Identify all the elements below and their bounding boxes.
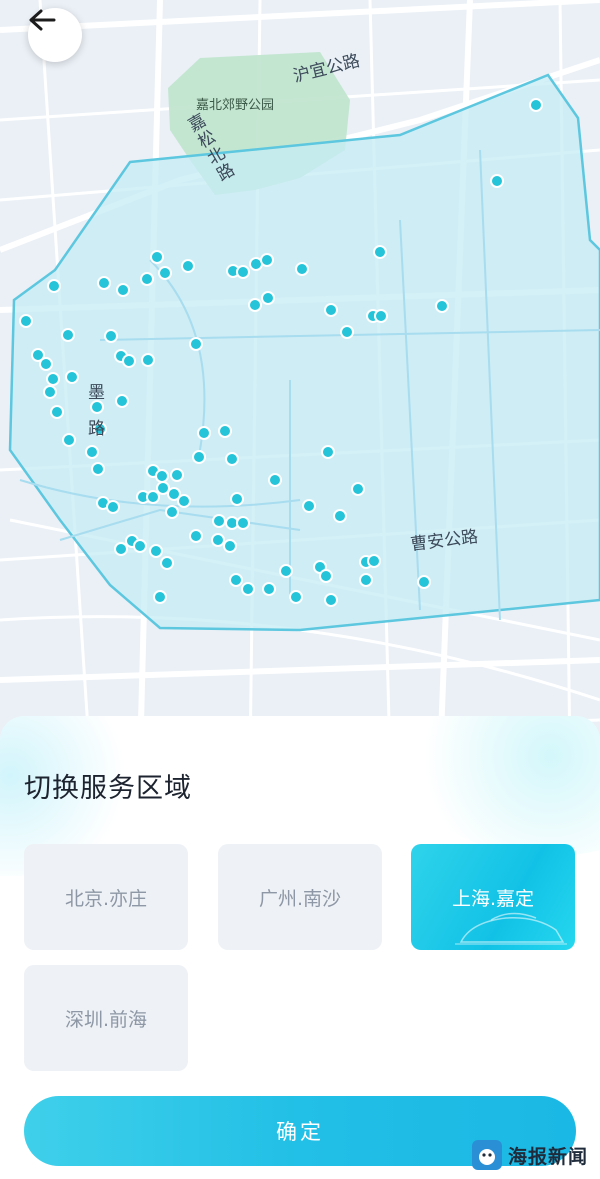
vehicle-point bbox=[170, 468, 184, 482]
vehicle-point bbox=[295, 262, 309, 276]
vehicle-point bbox=[225, 452, 239, 466]
watermark: 海报新闻 bbox=[472, 1137, 596, 1173]
vehicle-point bbox=[141, 353, 155, 367]
vehicle-point bbox=[149, 544, 163, 558]
vehicle-point bbox=[229, 573, 243, 587]
vehicle-point bbox=[146, 490, 160, 504]
vehicle-point bbox=[47, 279, 61, 293]
vehicle-point bbox=[181, 259, 195, 273]
vehicle-point bbox=[236, 265, 250, 279]
vehicle-point bbox=[65, 370, 79, 384]
vehicle-point bbox=[91, 462, 105, 476]
vehicle-point bbox=[122, 354, 136, 368]
vehicle-point bbox=[340, 325, 354, 339]
vehicle-point bbox=[373, 245, 387, 259]
vehicle-point bbox=[50, 405, 64, 419]
vehicle-point bbox=[43, 385, 57, 399]
region-option-label: 深圳.前海 bbox=[64, 1008, 148, 1031]
vehicle-point bbox=[324, 303, 338, 317]
region-option-shenzhen-qianhai[interactable]: 深圳.前海 bbox=[24, 965, 188, 1071]
vehicle-point bbox=[39, 357, 53, 371]
region-switch-panel: 切换服务区域 北京.亦庄 广州.南沙 上海.嘉定 深圳.前海 确定 bbox=[0, 716, 600, 1179]
vehicle-point bbox=[104, 329, 118, 343]
vehicle-point bbox=[114, 542, 128, 556]
vehicle-point bbox=[192, 450, 206, 464]
vehicle-point bbox=[236, 516, 250, 530]
park-label: 嘉北郊野公园 bbox=[196, 98, 275, 113]
vehicle-point bbox=[218, 424, 232, 438]
vehicle-point bbox=[153, 590, 167, 604]
vehicle-point bbox=[374, 309, 388, 323]
vehicle-point bbox=[106, 500, 120, 514]
vehicle-point bbox=[261, 291, 275, 305]
watermark-text: 海报新闻 bbox=[508, 1145, 589, 1168]
vehicle-point bbox=[140, 272, 154, 286]
vehicle-point bbox=[156, 481, 170, 495]
vehicle-point bbox=[223, 539, 237, 553]
vehicle-point bbox=[189, 337, 203, 351]
watermark-logo-icon bbox=[472, 1140, 502, 1170]
vehicle-point bbox=[302, 499, 316, 513]
vehicle-point bbox=[333, 509, 347, 523]
vehicle-point bbox=[268, 473, 282, 487]
vehicle-point bbox=[177, 494, 191, 508]
vehicle-point bbox=[367, 554, 381, 568]
panel-title: 切换服务区域 bbox=[24, 773, 192, 804]
region-option-guangzhou-nansha[interactable]: 广州.南沙 bbox=[218, 844, 382, 950]
vehicle-point bbox=[160, 556, 174, 570]
vehicle-point bbox=[115, 394, 129, 408]
vehicle-point bbox=[241, 582, 255, 596]
service-area-polygon bbox=[8, 73, 600, 632]
vehicle-point bbox=[279, 564, 293, 578]
vehicle-point bbox=[85, 445, 99, 459]
arrow-left-icon bbox=[29, 9, 56, 31]
vehicle-point bbox=[435, 299, 449, 313]
vehicle-point bbox=[46, 372, 60, 386]
region-option-label: 北京.亦庄 bbox=[64, 887, 148, 910]
road-label-fragment-mo: 墨 bbox=[88, 383, 105, 403]
vehicle-point bbox=[155, 469, 169, 483]
vehicle-point bbox=[62, 433, 76, 447]
vehicle-point bbox=[97, 276, 111, 290]
vehicle-point bbox=[197, 426, 211, 440]
region-option-label: 广州.南沙 bbox=[258, 887, 342, 910]
vehicle-point bbox=[260, 253, 274, 267]
region-option-shanghai-jiading[interactable]: 上海.嘉定 bbox=[411, 844, 575, 950]
vehicle-point bbox=[289, 590, 303, 604]
vehicle-point bbox=[19, 314, 33, 328]
vehicle-point bbox=[248, 298, 262, 312]
region-option-label: 上海.嘉定 bbox=[451, 887, 535, 910]
vehicle-point bbox=[319, 569, 333, 583]
vehicle-point bbox=[324, 593, 338, 607]
vehicle-point bbox=[490, 174, 504, 188]
region-option-beijing-yizhuang[interactable]: 北京.亦庄 bbox=[24, 844, 188, 950]
vehicle-point bbox=[189, 529, 203, 543]
vehicle-point bbox=[417, 575, 431, 589]
vehicle-point bbox=[321, 445, 335, 459]
vehicle-point bbox=[116, 283, 130, 297]
map-road bbox=[0, 0, 600, 33]
vehicle-point bbox=[165, 505, 179, 519]
panel-glow-decoration bbox=[400, 716, 600, 856]
vehicle-point bbox=[150, 250, 164, 264]
back-button[interactable] bbox=[28, 8, 82, 62]
vehicle-point bbox=[61, 328, 75, 342]
map-view[interactable]: 沪宜公路 嘉北郊野公园 嘉松北路 曹安公路 墨 路 bbox=[0, 0, 600, 760]
vehicle-point bbox=[211, 533, 225, 547]
vehicle-point bbox=[351, 482, 365, 496]
vehicle-point bbox=[212, 514, 226, 528]
vehicle-point bbox=[158, 266, 172, 280]
vehicle-point bbox=[133, 539, 147, 553]
vehicle-point bbox=[529, 98, 543, 112]
vehicle-point bbox=[359, 573, 373, 587]
map-road bbox=[0, 657, 600, 683]
road-label-fragment-lu: 路 bbox=[88, 419, 105, 439]
vehicle-point bbox=[262, 582, 276, 596]
vehicle-point bbox=[230, 492, 244, 506]
